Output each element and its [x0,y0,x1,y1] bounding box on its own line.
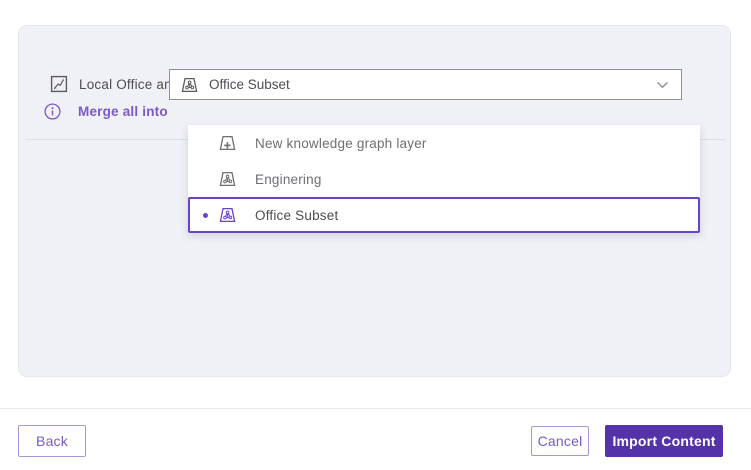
dropdown-option-label: Enginering [255,172,322,187]
merge-all-into-row: Merge all into [44,95,168,127]
merge-target-dropdown-list: New knowledge graph layer Enginering [188,125,700,233]
merge-all-into-label: Merge all into [78,104,168,119]
knowledge-graph-layer-icon [218,206,237,224]
dropdown-option-enginering[interactable]: Enginering [188,161,700,197]
sketch-layer-icon [50,75,68,93]
back-button[interactable]: Back [18,425,86,457]
dropdown-option-new-knowledge-graph-layer[interactable]: New knowledge graph layer [188,125,700,161]
new-knowledge-graph-layer-icon [218,134,237,152]
footer-divider [0,408,751,409]
chevron-down-icon [656,81,669,89]
import-content-button[interactable]: Import Content [605,425,723,457]
dropdown-option-label: New knowledge graph layer [255,136,427,151]
import-content-dialog: Local Office and Engineering Affiliates … [0,0,751,470]
info-icon [44,103,61,120]
merge-target-select[interactable]: Office Subset [169,69,682,100]
dropdown-option-label: Office Subset [255,208,338,223]
merge-target-select-value: Office Subset [209,77,656,92]
dropdown-option-office-subset[interactable]: Office Subset [188,197,700,233]
selected-option-dot-icon [203,213,208,218]
knowledge-graph-layer-icon [218,170,237,188]
cancel-button[interactable]: Cancel [531,426,589,456]
knowledge-graph-layer-icon [180,76,199,94]
